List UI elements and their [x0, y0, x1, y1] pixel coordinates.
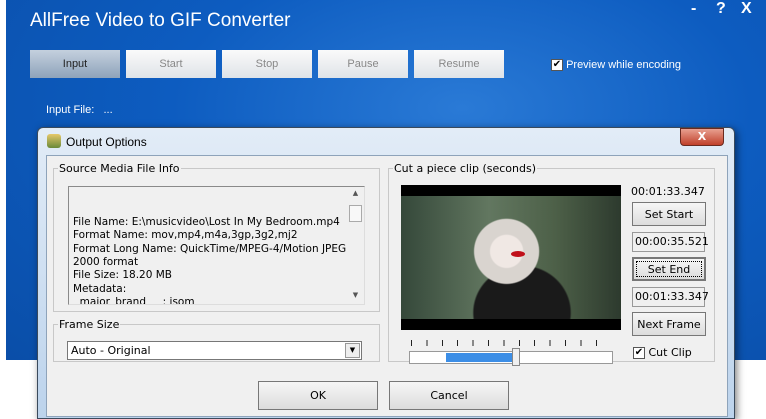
chevron-down-icon[interactable]: ▼: [345, 343, 360, 358]
dialog-title: Output Options: [66, 135, 147, 149]
scroll-thumb[interactable]: [349, 205, 362, 222]
app-icon: [47, 134, 61, 148]
input-file-label: Input File:: [46, 104, 95, 116]
start-time-field[interactable]: 00:00:35.521: [632, 232, 709, 252]
source-info-text[interactable]: File Name: E:\musicvideo\Lost In My Bedr…: [68, 186, 365, 305]
slider-thumb[interactable]: [512, 348, 520, 366]
dialog-close-button[interactable]: X: [680, 128, 724, 146]
source-info-legend: Source Media File Info: [59, 162, 180, 175]
info-line: major_brand : isom: [73, 296, 195, 305]
pause-button[interactable]: Pause: [318, 50, 408, 78]
cut-clip-checkbox[interactable]: ✔: [633, 347, 645, 359]
cancel-button[interactable]: Cancel: [389, 381, 509, 410]
frame-size-group: Frame Size Auto - Original ▼: [53, 318, 380, 362]
help-button[interactable]: ?: [716, 0, 726, 18]
dialog-body: Source Media File Info File Name: E:\mus…: [46, 155, 728, 417]
stop-button[interactable]: Stop: [222, 50, 312, 78]
info-line: Metadata:: [73, 282, 127, 295]
info-line: File Name: E:\musicvideo\Lost In My Bedr…: [73, 215, 340, 228]
cut-clip-legend: Cut a piece clip (seconds): [394, 162, 537, 175]
frame-size-value: Auto - Original: [71, 344, 151, 357]
info-line: Format Long Name: QuickTime/MPEG-4/Motio…: [73, 242, 347, 255]
clip-range-slider[interactable]: [409, 348, 613, 366]
minimize-button[interactable]: -: [691, 0, 696, 18]
cut-clip-group: Cut a piece clip (seconds) 00:01:33.347 …: [388, 162, 715, 366]
source-info-group: Source Media File Info File Name: E:\mus…: [53, 162, 380, 312]
preview-while-encoding[interactable]: ✔ Preview while encoding: [551, 59, 682, 72]
selected-range: [446, 353, 516, 362]
input-button[interactable]: Input: [30, 50, 120, 78]
scroll-down-icon[interactable]: ▼: [347, 289, 364, 302]
scroll-up-icon[interactable]: ▲: [347, 187, 364, 200]
preview-label: Preview while encoding: [566, 59, 682, 71]
input-file-value: ...: [103, 104, 113, 116]
cut-clip-option[interactable]: ✔ Cut Clip: [633, 346, 692, 359]
ok-button[interactable]: OK: [258, 381, 378, 410]
app-title: AllFree Video to GIF Converter: [30, 10, 291, 31]
close-button[interactable]: X: [741, 0, 752, 18]
scrollbar[interactable]: ▲ ▼: [347, 187, 364, 304]
frame-size-select[interactable]: Auto - Original ▼: [67, 341, 362, 360]
cut-clip-label: Cut Clip: [648, 346, 692, 359]
video-preview: [401, 185, 621, 330]
info-line: File Size: 18.20 MB: [73, 269, 172, 282]
slider-ticks: [411, 340, 611, 346]
end-time-field[interactable]: 00:01:33.347: [632, 287, 709, 307]
set-start-button[interactable]: Set Start: [632, 202, 706, 226]
resume-button[interactable]: Resume: [414, 50, 504, 78]
frame-size-legend: Frame Size: [59, 318, 120, 331]
start-button[interactable]: Start: [126, 50, 216, 78]
next-frame-button[interactable]: Next Frame: [632, 312, 706, 336]
info-line: 2000 format: [73, 256, 139, 269]
preview-checkbox[interactable]: ✔: [551, 59, 563, 72]
output-options-dialog: Output Options X Source Media File Info …: [37, 127, 735, 419]
current-time: 00:01:33.347: [631, 185, 705, 198]
input-file: Input File: ...: [46, 104, 113, 116]
info-line: Format Name: mov,mp4,m4a,3gp,3g2,mj2: [73, 229, 298, 242]
set-end-button[interactable]: Set End: [632, 257, 706, 281]
